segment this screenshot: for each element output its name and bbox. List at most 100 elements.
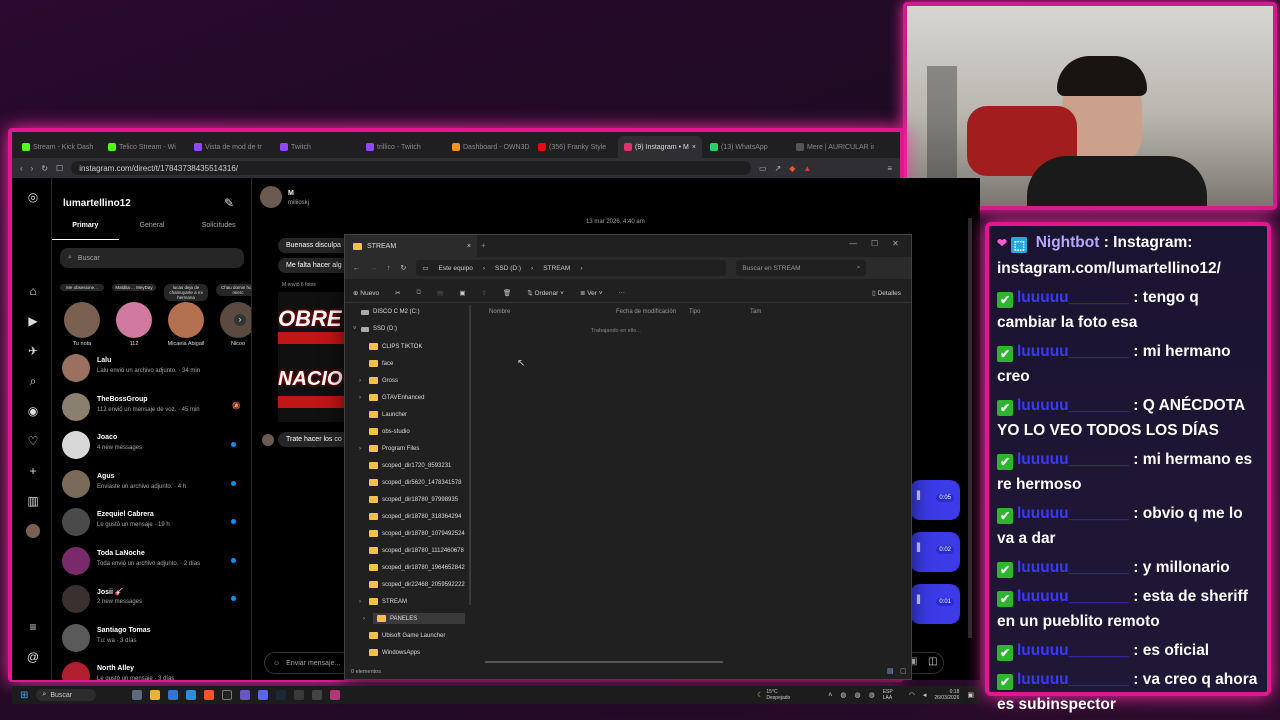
sticker-icon[interactable]: ◫ <box>928 656 937 667</box>
tray-icon[interactable]: ◍ <box>855 691 861 699</box>
more-options-icon[interactable]: ··· <box>619 289 626 296</box>
sort-button[interactable]: ⇅ Ordenar ˅ <box>527 289 564 297</box>
tree-item[interactable]: face <box>369 360 393 367</box>
conversation-row[interactable]: Toda LaNoche Toda envió un archivo adjun… <box>60 545 246 579</box>
message-bubble[interactable]: Trate hacer los co <box>278 432 350 447</box>
horizontal-scrollbar[interactable] <box>485 661 723 663</box>
browser-tab[interactable]: Stream - Kick Dash <box>16 136 100 158</box>
close-tab-icon[interactable]: × <box>467 243 471 250</box>
column-name[interactable]: Nombre <box>489 309 616 315</box>
obs-icon[interactable] <box>222 690 233 700</box>
tree-item[interactable]: Ubisoft Game Launcher <box>369 632 445 639</box>
breadcrumb-item[interactable]: SSD (D:) <box>495 265 521 272</box>
up-icon[interactable]: ↑ <box>387 265 391 272</box>
tray-icon[interactable]: ◍ <box>869 691 875 699</box>
breadcrumb-item[interactable]: Este equipo <box>439 265 473 272</box>
shared-photo[interactable]: OBRE NACIO <box>278 292 344 422</box>
forward-icon[interactable]: → <box>370 265 377 272</box>
app-icon[interactable] <box>330 690 341 700</box>
copy-icon[interactable]: ⧉ <box>417 289 422 297</box>
steam-icon[interactable] <box>276 690 287 700</box>
conversation-row[interactable]: Santiago Tomas Tu: wa · 3 días <box>60 622 246 656</box>
wifi-icon[interactable]: ◠ <box>909 691 915 699</box>
home-icon[interactable]: ⌂ <box>26 284 40 298</box>
back-icon[interactable]: ‹ <box>20 164 23 173</box>
profile-avatar[interactable] <box>26 524 40 538</box>
conversation-row[interactable]: Josii 🎸 2 new messages <box>60 583 246 617</box>
refresh-icon[interactable]: ↻ <box>401 264 407 272</box>
more-icon[interactable]: ≡ <box>26 620 40 634</box>
share-icon[interactable]: ⇪ <box>481 289 486 297</box>
chevron-right-icon[interactable]: › <box>363 616 365 622</box>
tree-item[interactable]: scoped_dir1720_8593231 <box>369 462 451 469</box>
tree-item[interactable]: obs-studio <box>369 428 410 435</box>
explorer-tab[interactable]: STREAM × <box>345 235 477 257</box>
tray-overflow-icon[interactable]: ˄ <box>828 692 832 699</box>
messages-icon[interactable]: ✈ <box>26 344 40 358</box>
message-bubble[interactable]: Buenass disculpa <box>278 238 349 253</box>
tree-item[interactable]: › Program Files <box>359 445 419 452</box>
address-field[interactable]: instagram.com/direct/t/17843738435514316… <box>71 161 751 175</box>
explorer-search-input[interactable]: Buscar en STREAM ⌕ <box>736 260 867 276</box>
rename-icon[interactable]: ▣ <box>459 289 465 297</box>
breadcrumb-item[interactable]: STREAM <box>543 265 570 272</box>
details-view-icon[interactable]: ▤ <box>887 667 894 675</box>
tree-item[interactable]: scoped_dir18780_1112460678 <box>369 547 464 554</box>
app-icon[interactable] <box>240 690 251 700</box>
brave-shield-icon[interactable]: ◆ <box>789 164 795 173</box>
voice-message-bubble[interactable]: ||||| 0:05 <box>910 480 960 520</box>
paste-icon[interactable]: ▤ <box>437 289 443 297</box>
extensions-icon[interactable]: ▭ <box>759 164 767 173</box>
conversation-row[interactable]: Ezequiel Cabrera Le gustó un mensaje · 1… <box>60 506 246 540</box>
column-size[interactable]: Tam <box>750 309 761 315</box>
conversation-row[interactable]: Lalu Lalu envió un archivo adjunto. · 34… <box>60 352 246 386</box>
new-tab-icon[interactable]: + <box>481 241 486 250</box>
details-button[interactable]: ▯ Detalles <box>872 289 901 297</box>
tree-scrollbar[interactable] <box>469 305 471 605</box>
tree-item[interactable]: scoped_dir18780_1964652842 <box>369 564 465 571</box>
forward-icon[interactable]: › <box>31 164 34 173</box>
share-icon[interactable]: ↗ <box>775 164 782 173</box>
tab-requests[interactable]: Solicitudes <box>185 222 251 240</box>
tree-item[interactable]: › GTAVEnhanced <box>359 394 424 401</box>
instagram-logo-icon[interactable]: ◎ <box>26 190 40 204</box>
tab-general[interactable]: General <box>119 222 186 240</box>
dashboard-icon[interactable]: ▥ <box>26 494 40 508</box>
tray-icon[interactable]: ◍ <box>840 691 846 699</box>
explore-icon[interactable]: ◉ <box>26 404 40 418</box>
new-button[interactable]: ⊕ Nuevo <box>353 289 379 297</box>
notifications-icon[interactable]: ▣ <box>967 691 974 699</box>
chevron-down-icon[interactable]: ˅ <box>353 326 357 332</box>
reload-icon[interactable]: ↻ <box>41 164 48 173</box>
edge-icon[interactable] <box>186 690 197 700</box>
conversation-row[interactable]: North Alley Le gustó un mensaje · 3 días <box>60 660 246 680</box>
file-explorer-icon[interactable] <box>150 690 161 700</box>
tree-item[interactable]: Launcher <box>369 411 407 418</box>
delete-icon[interactable]: 🗑 <box>503 289 511 297</box>
close-tab-icon[interactable]: × <box>692 144 696 151</box>
tree-item[interactable]: scoped_dir5620_1478341578 <box>369 479 461 486</box>
reels-icon[interactable]: ▶ <box>26 314 40 328</box>
conversation-row[interactable]: Joaco 4 new messages <box>60 429 246 463</box>
back-icon[interactable]: ← <box>353 265 360 272</box>
search-icon[interactable]: ⌕ <box>26 374 40 388</box>
brave-icon[interactable] <box>204 690 215 700</box>
weather-widget[interactable]: ☾ 15°C Despejado <box>757 689 790 701</box>
tree-item[interactable]: › Gross <box>359 377 398 384</box>
start-icon[interactable]: ⊞ <box>20 690 28 701</box>
create-icon[interactable]: + <box>26 464 40 478</box>
task-view-icon[interactable] <box>132 690 143 700</box>
browser-tab[interactable]: Mere | AURICULAR in <box>790 136 874 158</box>
browser-tab[interactable]: (9) Instagram • M × <box>618 136 702 158</box>
emoji-icon[interactable]: ☺ <box>273 660 280 667</box>
chevron-right-icon[interactable]: › <box>234 314 246 326</box>
tree-item[interactable]: scoped_dir22468_2059592222 <box>369 581 465 588</box>
tiles-view-icon[interactable]: ▢ <box>900 667 907 675</box>
volume-icon[interactable]: ◂ <box>923 691 927 699</box>
discord-icon[interactable] <box>258 690 269 700</box>
tab-primary[interactable]: Primary <box>52 222 119 240</box>
store-icon[interactable] <box>168 690 179 700</box>
epic-icon[interactable] <box>294 690 305 700</box>
browser-tab[interactable]: Telico Stream - Wi <box>102 136 186 158</box>
tree-item[interactable]: › PANELES <box>363 613 465 624</box>
